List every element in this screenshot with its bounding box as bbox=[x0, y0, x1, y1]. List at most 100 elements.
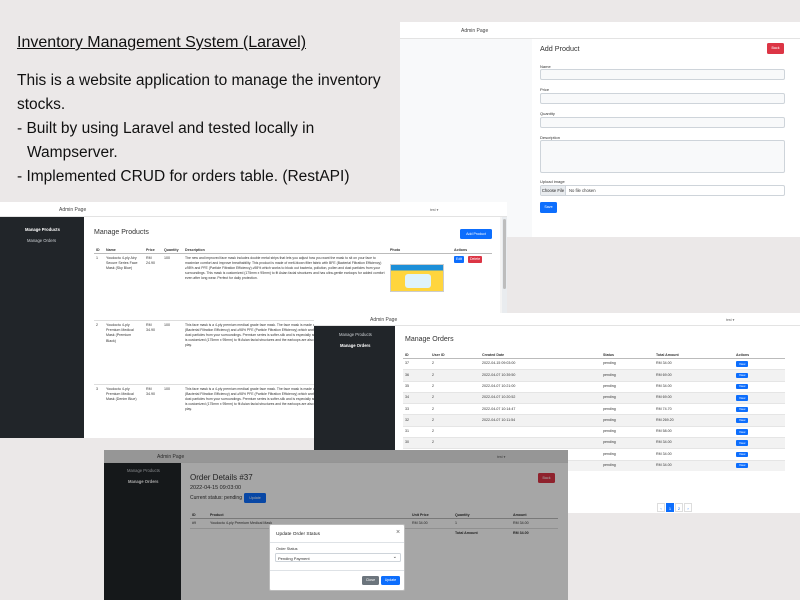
order-user-id: 2 bbox=[430, 403, 480, 415]
order-id: 31 bbox=[403, 425, 430, 438]
order-id: 32 bbox=[403, 414, 430, 427]
product-price: RM 34.90 bbox=[144, 384, 162, 438]
table-row: 1 Youdoctu 4-ply Airy Secure Series Face… bbox=[94, 253, 492, 321]
edit-button[interactable]: Edit bbox=[454, 256, 465, 264]
view-order-button[interactable]: View bbox=[736, 395, 749, 401]
pagination-page-1[interactable]: 1 bbox=[666, 503, 674, 512]
table-row: 33 2 2022-04-07 10:14:47 pending RM 74.70 Vie… bbox=[403, 403, 785, 415]
table-row: 37 2 2022-04-15 09:03:00 pending RM 34.00 Vie… bbox=[403, 357, 785, 370]
product-name: Youdoctu 4-ply Premium Medical Mask (Den… bbox=[104, 384, 144, 438]
user-menu[interactable]: test ▾ bbox=[430, 208, 438, 212]
view-order-button[interactable]: View bbox=[736, 440, 749, 446]
product-name: Youdoctu 4-ply Airy Secure Series Face M… bbox=[104, 253, 144, 321]
order-actions: View bbox=[734, 380, 785, 393]
order-status-select[interactable]: Pending Payment ⌄ bbox=[275, 553, 401, 562]
order-id: 35 bbox=[403, 380, 430, 393]
view-order-button[interactable]: View bbox=[736, 383, 749, 390]
file-input[interactable]: Choose File No file chosen bbox=[540, 185, 785, 196]
order-total: RM 34.00 bbox=[654, 459, 734, 471]
add-product-title: Add Product bbox=[540, 44, 580, 53]
table-row: 31 2 pending RM 58.00 View bbox=[403, 425, 785, 438]
no-file-text: No file chosen bbox=[569, 188, 596, 193]
add-product-button[interactable]: Add Product bbox=[460, 229, 492, 239]
pagination-next[interactable]: › bbox=[684, 503, 692, 512]
product-actions: Edit Delete bbox=[452, 253, 492, 321]
view-order-button[interactable]: View bbox=[736, 462, 749, 469]
order-user-id: 2 bbox=[430, 357, 480, 370]
view-order-button[interactable]: View bbox=[736, 429, 749, 435]
close-button[interactable]: Close bbox=[362, 576, 379, 585]
product-id: 1 bbox=[94, 253, 104, 321]
order-status: pending bbox=[601, 369, 654, 382]
order-total: RM 34.00 bbox=[654, 436, 734, 449]
sidebar-item-manage-products[interactable]: Manage Products bbox=[25, 227, 60, 232]
chevron-down-icon: ⌄ bbox=[392, 554, 397, 560]
admin-page-title: Admin Page bbox=[461, 28, 489, 34]
table-row: 35 2 2022-04-07 10:21:00 pending RM 34.00 Vie… bbox=[403, 380, 785, 393]
view-order-button[interactable]: View bbox=[736, 451, 749, 458]
name-input[interactable] bbox=[540, 69, 785, 80]
sidebar: Manage Products Manage Orders bbox=[0, 217, 84, 438]
table-row: 30 2 pending RM 34.00 View bbox=[403, 436, 785, 449]
intro-panel: Inventory Management System (Laravel) Th… bbox=[17, 34, 402, 189]
order-created-date bbox=[480, 425, 601, 438]
divider bbox=[270, 570, 404, 571]
update-button[interactable]: Update bbox=[381, 576, 400, 585]
intro-points: - Built by using Laravel and tested loca… bbox=[17, 117, 402, 189]
order-status: pending bbox=[601, 425, 654, 438]
back-button[interactable]: Back bbox=[767, 43, 784, 54]
delete-button[interactable]: Delete bbox=[468, 256, 483, 264]
pagination: ‹ 1 2 › bbox=[657, 503, 692, 512]
close-icon[interactable]: × bbox=[396, 529, 400, 536]
sidebar-item-manage-orders[interactable]: Manage Orders bbox=[340, 343, 371, 348]
admin-page-title: Admin Page bbox=[59, 207, 87, 213]
pagination-prev[interactable]: ‹ bbox=[657, 503, 665, 512]
order-id: 33 bbox=[403, 403, 430, 415]
order-created-date: 2022-04-07 10:39:50 bbox=[480, 369, 601, 382]
order-created-date: 2022-04-07 10:11:54 bbox=[480, 414, 601, 427]
user-menu[interactable]: test ▾ bbox=[726, 318, 734, 322]
save-button[interactable]: Save bbox=[540, 202, 557, 213]
update-status-modal: Update Order Status × Order Status Pendi… bbox=[269, 524, 405, 591]
modal-title: Update Order Status bbox=[276, 532, 320, 537]
description-textarea[interactable] bbox=[540, 140, 785, 173]
order-actions: View bbox=[734, 414, 785, 427]
sidebar-item-manage-products[interactable]: Manage Products bbox=[339, 332, 372, 337]
table-row: 36 2 2022-04-07 10:39:50 pending RM 69.00 Vie… bbox=[403, 369, 785, 382]
top-navbar: Admin Page test ▾ bbox=[314, 313, 800, 326]
order-total: RM 269.20 bbox=[654, 414, 734, 427]
view-order-button[interactable]: View bbox=[736, 417, 749, 424]
product-photo-cell bbox=[388, 253, 452, 321]
intro-description: This is a website application to manage … bbox=[17, 72, 381, 113]
quantity-input[interactable] bbox=[540, 117, 785, 128]
order-status: pending bbox=[601, 391, 654, 404]
order-actions: View bbox=[734, 403, 785, 415]
order-actions: View bbox=[734, 369, 785, 382]
scrollbar-thumb[interactable] bbox=[503, 219, 506, 289]
order-status: pending bbox=[601, 357, 654, 370]
order-status: pending bbox=[601, 459, 654, 471]
view-order-button[interactable]: View bbox=[736, 406, 749, 413]
order-actions: View bbox=[734, 391, 785, 404]
product-description: The new and improved face mask includes … bbox=[183, 253, 388, 321]
order-user-id: 2 bbox=[430, 425, 480, 438]
pagination-page-2[interactable]: 2 bbox=[675, 503, 683, 512]
product-price: RM 24.90 bbox=[144, 253, 162, 321]
selected-status: Pending Payment bbox=[278, 555, 310, 561]
order-user-id: 2 bbox=[430, 414, 480, 427]
top-navbar: Admin Page test ▾ bbox=[0, 202, 507, 217]
sidebar-item-manage-orders[interactable]: Manage Orders bbox=[27, 238, 56, 243]
order-status-label: Order Status bbox=[276, 547, 298, 551]
order-created-date: 2022-04-07 10:21:00 bbox=[480, 380, 601, 393]
view-order-button[interactable]: View bbox=[736, 372, 749, 379]
table-row: 34 2 2022-04-07 10:20:52 pending RM 69.00 Vie… bbox=[403, 391, 785, 404]
view-order-button[interactable]: View bbox=[736, 361, 749, 367]
order-id: 37 bbox=[403, 357, 430, 370]
order-user-id: 2 bbox=[430, 380, 480, 393]
add-product-card: Add Product Back Name Price Quantity Des… bbox=[532, 39, 800, 237]
order-status: pending bbox=[601, 380, 654, 393]
order-created-date: 2022-04-15 09:03:00 bbox=[480, 357, 601, 370]
intro-point-crud: - Implemented CRUD for orders table. (Re… bbox=[17, 168, 350, 185]
price-input[interactable] bbox=[540, 93, 785, 104]
choose-file-button[interactable]: Choose File bbox=[541, 186, 566, 195]
